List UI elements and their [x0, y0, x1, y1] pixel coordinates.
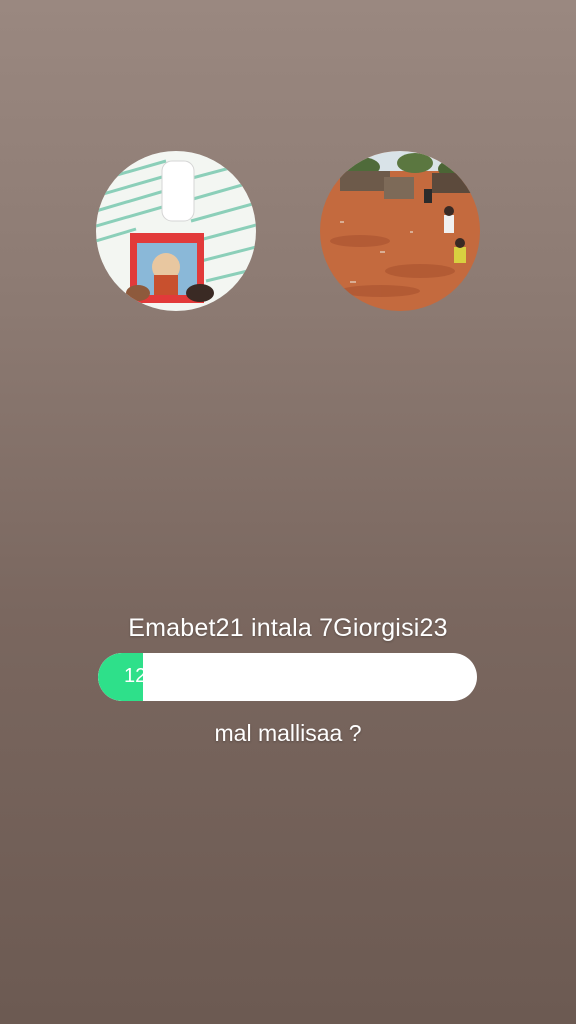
- photo-avatar-icon-right[interactable]: [320, 151, 480, 311]
- photo-avatar-icon-left[interactable]: [96, 151, 256, 311]
- progress-bar: [98, 653, 477, 701]
- progress-value: 12: [124, 665, 147, 687]
- post-caption: Emabet21 intala 7Giorgisi23: [128, 614, 448, 642]
- question-text: mal mallisaa ?: [214, 720, 362, 746]
